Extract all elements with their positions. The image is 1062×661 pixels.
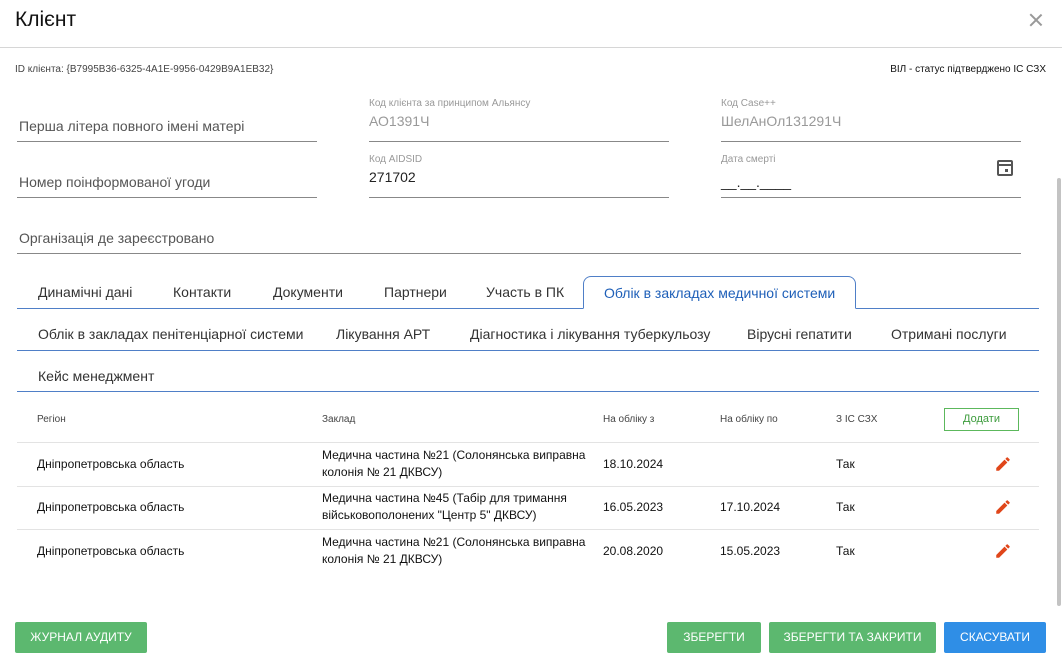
client-id: ID клієнта: {B7995B36-6325-4A1E-9956-042… [15, 64, 274, 75]
add-button[interactable]: Додати [944, 408, 1019, 431]
col-to: На обліку по [720, 414, 778, 425]
audit-log-button[interactable]: ЖУРНАЛ АУДИТУ [15, 622, 147, 653]
cell-region: Дніпропетровська область [37, 544, 185, 558]
cell-from-ic: Так [836, 500, 855, 514]
cell-from-ic: Так [836, 544, 855, 558]
consent-number-field[interactable]: Номер поінформованої угоди [17, 154, 317, 198]
cell-from: 18.10.2024 [603, 457, 664, 471]
col-from-ic: З ІС СЗХ [836, 414, 878, 425]
tab-contacts[interactable]: Контакти [173, 276, 231, 308]
cell-region: Дніпропетровська область [37, 457, 185, 471]
row-divider [17, 486, 1039, 487]
death-date-label: Дата смерті [721, 154, 776, 165]
tab-documents[interactable]: Документи [273, 276, 343, 308]
tab-pk[interactable]: Участь в ПК [486, 276, 564, 308]
cell-facility-line1: Медична частина №21 (Солонянська виправн… [322, 535, 586, 549]
tab-medical-facilities[interactable]: Облік в закладах медичної системи [583, 276, 857, 309]
death-date-field[interactable]: Дата смерті __.__.____ [721, 154, 1021, 198]
organization-placeholder: Організація де зареєстровано [19, 230, 215, 246]
cell-region: Дніпропетровська область [37, 500, 185, 514]
cell-to: 15.05.2023 [720, 544, 781, 558]
col-from: На обліку з [603, 414, 655, 425]
cell-facility-line2: військовополонених "Центр 5" ДКВСУ) [322, 508, 537, 522]
col-region: Регіон [37, 414, 66, 425]
alliance-code-value: АО1391Ч [369, 113, 430, 129]
cancel-button[interactable]: СКАСУВАТИ [944, 622, 1046, 653]
hiv-status: ВІЛ - статус підтверджено ІС СЗХ [890, 64, 1046, 75]
col-facility: Заклад [322, 414, 356, 425]
alliance-code-field[interactable]: Код клієнта за принципом Альянсу АО1391Ч [369, 98, 669, 142]
save-and-close-button[interactable]: ЗБЕРЕГТИ ТА ЗАКРИТИ [769, 622, 936, 653]
aidsid-field[interactable]: Код AIDSID 271702 [369, 154, 669, 198]
save-button[interactable]: ЗБЕРЕГТИ [667, 622, 761, 653]
mother-initial-placeholder: Перша літера повного імені матері [19, 118, 245, 134]
pencil-icon[interactable] [994, 455, 1012, 473]
case-code-field[interactable]: Код Case++ ШелАнОл131291Ч [721, 98, 1021, 142]
aidsid-value: 271702 [369, 169, 416, 185]
cell-facility-line2: колонія № 21 ДКВСУ) [322, 465, 443, 479]
cell-to: 17.10.2024 [720, 500, 781, 514]
tabs-row-2: Облік в закладах пенітенціарної системи … [17, 318, 1039, 351]
scrollbar[interactable] [1057, 178, 1061, 606]
organization-field[interactable]: Організація де зареєстровано [17, 210, 1021, 254]
tab-art[interactable]: Лікування АРТ [336, 318, 430, 350]
cell-facility-line2: колонія № 21 ДКВСУ) [322, 552, 443, 566]
aidsid-label: Код AIDSID [369, 154, 423, 165]
cell-facility-line1: Медична частина №45 (Табір для тримання [322, 491, 567, 505]
cell-facility-line1: Медична частина №21 (Солонянська виправн… [322, 448, 586, 462]
death-date-value: __.__.____ [721, 174, 792, 190]
tabs-row-3: Кейс менеджмент [17, 360, 1039, 392]
dialog-header: Клієнт [0, 0, 1062, 48]
table-divider [17, 442, 1039, 443]
cell-from: 20.08.2020 [603, 544, 664, 558]
tab-services[interactable]: Отримані послуги [891, 318, 1007, 350]
calendar-icon[interactable] [997, 160, 1013, 176]
tabs-row-1: Динамічні дані Контакти Документи Партне… [17, 276, 1039, 309]
alliance-code-label: Код клієнта за принципом Альянсу [369, 98, 531, 109]
tab-tuberculosis[interactable]: Діагностика і лікування туберкульозу [470, 318, 710, 350]
pencil-icon[interactable] [994, 498, 1012, 516]
consent-number-placeholder: Номер поінформованої угоди [19, 174, 211, 190]
dialog-title: Клієнт [15, 8, 77, 31]
pencil-icon[interactable] [994, 542, 1012, 560]
close-icon[interactable] [1028, 12, 1044, 28]
tab-partners[interactable]: Партнери [384, 276, 447, 308]
case-code-value: ШелАнОл131291Ч [721, 113, 842, 129]
mother-initial-field[interactable]: Перша літера повного імені матері [17, 98, 317, 142]
cell-from: 16.05.2023 [603, 500, 664, 514]
case-code-label: Код Case++ [721, 98, 776, 109]
tab-dynamic-data[interactable]: Динамічні дані [38, 276, 132, 308]
tab-case-management[interactable]: Кейс менеджмент [38, 360, 154, 392]
tab-penitentiary[interactable]: Облік в закладах пенітенціарної системи [38, 318, 303, 350]
cell-from-ic: Так [836, 457, 855, 471]
row-divider [17, 529, 1039, 530]
tab-hepatitis[interactable]: Вірусні гепатити [747, 318, 852, 350]
